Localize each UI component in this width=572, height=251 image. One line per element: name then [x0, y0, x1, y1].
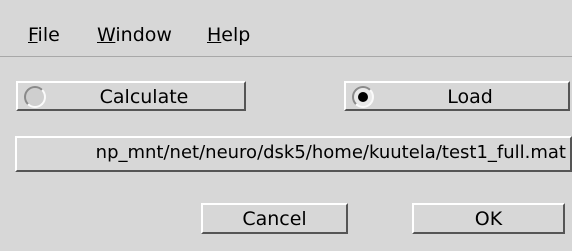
load-option[interactable]: Load — [344, 81, 570, 111]
load-radio[interactable] — [352, 86, 374, 108]
menu-help-label: elp — [221, 24, 251, 46]
cancel-button[interactable]: Cancel — [201, 203, 348, 234]
calculate-label: Calculate — [99, 86, 189, 108]
menu-file-label: ile — [37, 24, 60, 46]
menu-file-mnemonic: F — [28, 24, 38, 46]
ok-button[interactable]: OK — [412, 203, 565, 234]
ok-label: OK — [474, 208, 503, 230]
radio-dot — [358, 92, 368, 102]
menu-help[interactable]: Help — [207, 24, 250, 46]
file-path-field[interactable]: np_mnt/net/neuro/dsk5/home/kuutela/test1… — [15, 136, 572, 172]
menu-bar: File Window Help — [0, 10, 572, 57]
calculate-option[interactable]: Calculate — [16, 81, 246, 111]
menu-window-label: indow — [115, 24, 172, 46]
load-label: Load — [447, 86, 493, 108]
calculate-radio[interactable] — [24, 86, 46, 108]
menu-file[interactable]: File — [28, 24, 60, 46]
menu-window[interactable]: Window — [97, 24, 172, 46]
cancel-label: Cancel — [242, 208, 307, 230]
dialog-window: File Window Help Calculate Load np_mnt/n… — [0, 0, 572, 251]
menu-help-mnemonic: H — [207, 24, 222, 46]
menu-window-mnemonic: W — [97, 24, 116, 46]
